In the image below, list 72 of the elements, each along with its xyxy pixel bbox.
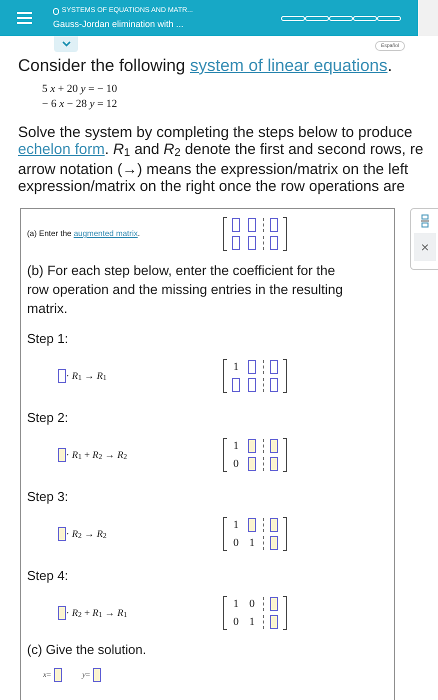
chevron-down-icon: [62, 41, 70, 47]
step-label: Step 4:: [27, 568, 70, 584]
variable-label: x=: [43, 669, 52, 681]
matrix-entry: 1: [233, 360, 239, 374]
input-box[interactable]: [248, 457, 256, 471]
input-box[interactable]: [232, 218, 240, 232]
step-label: Step 2:: [27, 410, 70, 426]
heading: Consider the following system of linear equations.: [18, 56, 394, 76]
row-operation: · R$_{2}$ → R$_{2}$: [66, 528, 107, 542]
matrix-entry: 1: [249, 615, 255, 629]
divider-line: [262, 360, 264, 374]
matrix-entry: 0: [249, 597, 255, 611]
collapse-button[interactable]: [54, 36, 78, 52]
input-box[interactable]: [248, 518, 256, 532]
input-box[interactable]: [270, 518, 278, 532]
input-box[interactable]: [248, 218, 256, 232]
input-box[interactable]: [270, 457, 278, 471]
step-label: Step 3:: [27, 489, 70, 505]
link[interactable]: augmented matrix: [74, 229, 138, 238]
input-box[interactable]: [248, 439, 256, 453]
part-label: (b) For each step below, enter the coefficient for the row operation and the missing entries in the resulting matrix.: [27, 262, 344, 318]
step-label: Step 1:: [27, 331, 70, 347]
divider-line: [262, 615, 264, 629]
input-box[interactable]: [270, 439, 278, 453]
row-operation: · R$_{1}$ → R$_{1}$: [66, 370, 107, 384]
input-box[interactable]: [270, 360, 278, 374]
input-box[interactable]: [93, 668, 102, 682]
divider-line: [262, 236, 264, 250]
matrix-entry: 0: [233, 457, 239, 471]
input-box[interactable]: [270, 236, 278, 250]
input-box[interactable]: [248, 360, 256, 374]
input-box[interactable]: [232, 378, 240, 392]
part-label: (c) Give the solution.: [27, 642, 148, 658]
link[interactable]: system of linear equations: [190, 56, 388, 75]
input-box[interactable]: [270, 378, 278, 392]
close-button[interactable]: ×: [414, 233, 436, 261]
side-panel-background: [418, 0, 438, 36]
equation: − 6 x − 28 y = 12: [42, 97, 118, 112]
input-box[interactable]: [270, 218, 278, 232]
input-box[interactable]: [58, 606, 66, 620]
input-box[interactable]: [248, 378, 256, 392]
divider-line: [262, 457, 264, 471]
matrix-entry: 1: [233, 597, 239, 611]
input-box[interactable]: [270, 597, 278, 611]
part-label: (a) Enter the augmented matrix.: [27, 228, 141, 240]
lesson-title: Gauss-Jordan elimination with ...: [53, 18, 185, 30]
input-box[interactable]: [248, 236, 256, 250]
input-box[interactable]: [58, 448, 66, 462]
link[interactable]: echelon form: [18, 140, 105, 158]
matrix-entry: 0: [233, 536, 239, 550]
input-box[interactable]: [58, 369, 66, 383]
divider-line: [262, 597, 264, 611]
divider-line: [262, 218, 264, 232]
divider-line: [262, 536, 264, 550]
input-box[interactable]: [270, 536, 278, 550]
row-operation: · R$_{2}$ + R$_{1}$ → R$_{1}$: [66, 606, 128, 620]
input-box[interactable]: [54, 668, 62, 682]
input-box[interactable]: [270, 615, 278, 629]
divider-line: [262, 439, 264, 453]
matrix-entry: 0: [233, 615, 239, 629]
equation: 5 x + 20 y = − 10: [42, 82, 118, 97]
matrix-entry: 1: [249, 536, 255, 550]
matrix-entry: 1: [233, 439, 239, 453]
input-box[interactable]: [58, 527, 66, 541]
variable-label: y=: [82, 669, 90, 681]
matrix-entry: 1: [233, 518, 239, 532]
menu-icon[interactable]: [17, 12, 32, 24]
input-box[interactable]: [232, 236, 240, 250]
divider-line: [262, 378, 264, 392]
instructions: Solve the system by completing the steps below to produce echelon form. R$_{1}$ and R$_{2}$ denote the first and second rows, re arrow notation (→) means the expression/matrix on the left expression/matrix on the right once the row operations are: [18, 125, 424, 195]
row-operation: · R$_{1}$ + R$_{2}$ → R$_{2}$: [66, 448, 128, 462]
divider-line: [262, 518, 264, 532]
